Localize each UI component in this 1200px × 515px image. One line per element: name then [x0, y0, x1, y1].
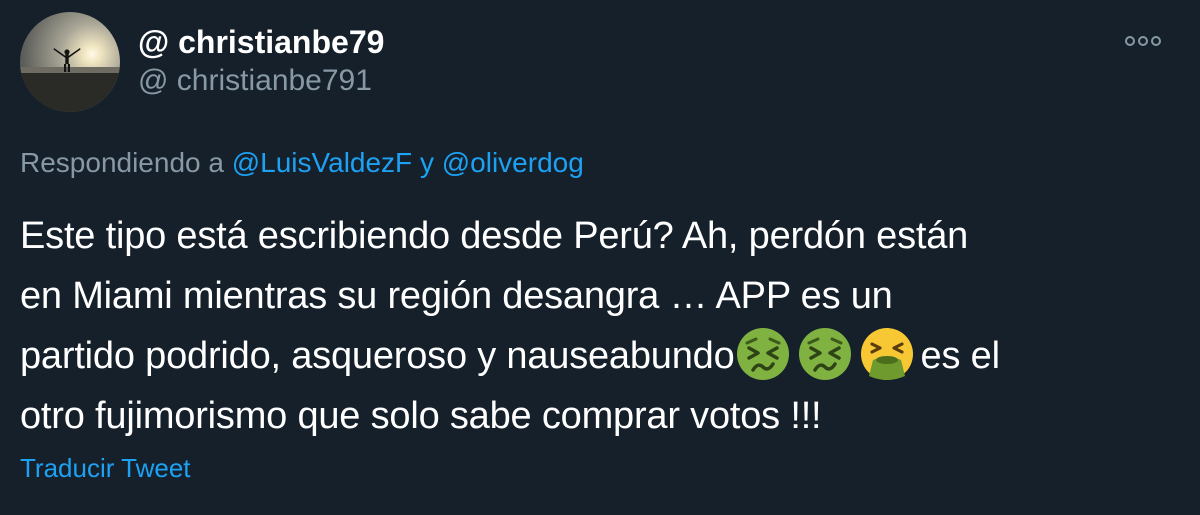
translate-tweet-link[interactable]: Traducir Tweet	[20, 450, 191, 486]
tweet-line: partido podrido, asqueroso y nauseabundo	[20, 326, 1190, 386]
tweet-line: Este tipo está escribiendo desde Perú? A…	[20, 215, 969, 257]
avatar[interactable]	[20, 12, 120, 112]
nauseated-face-icon	[735, 326, 791, 382]
display-name[interactable]: @ christianbe79	[138, 22, 384, 62]
nauseated-face-icon	[797, 326, 853, 382]
reply-context-prefix: Respondiendo a	[20, 147, 224, 178]
username-handle[interactable]: @ christianbe791	[138, 62, 372, 100]
more-horizontal-icon	[1125, 36, 1161, 46]
mention-link-luisvaldezf[interactable]: @LuisValdezF	[232, 147, 412, 178]
mention-link-oliverdog[interactable]: @oliverdog	[442, 147, 584, 178]
tweet-line: en Miami mientras su región desangra … A…	[20, 275, 893, 317]
tweet-text: Este tipo está escribiendo desde Perú? A…	[20, 206, 1190, 446]
tweet-line-text: partido podrido, asqueroso y nauseabundo	[20, 335, 735, 377]
more-options-button[interactable]	[1118, 26, 1168, 56]
reply-context: Respondiendo a @LuisValdezF y @oliverdog	[20, 144, 584, 182]
avatar-sunset-silhouette	[20, 12, 120, 112]
tweet-line-suffix: es el	[920, 335, 1000, 377]
reply-context-conjunction: y	[419, 147, 434, 178]
vomiting-face-icon	[859, 326, 915, 382]
tweet-line: otro fujimorismo que solo sabe comprar v…	[20, 395, 822, 437]
